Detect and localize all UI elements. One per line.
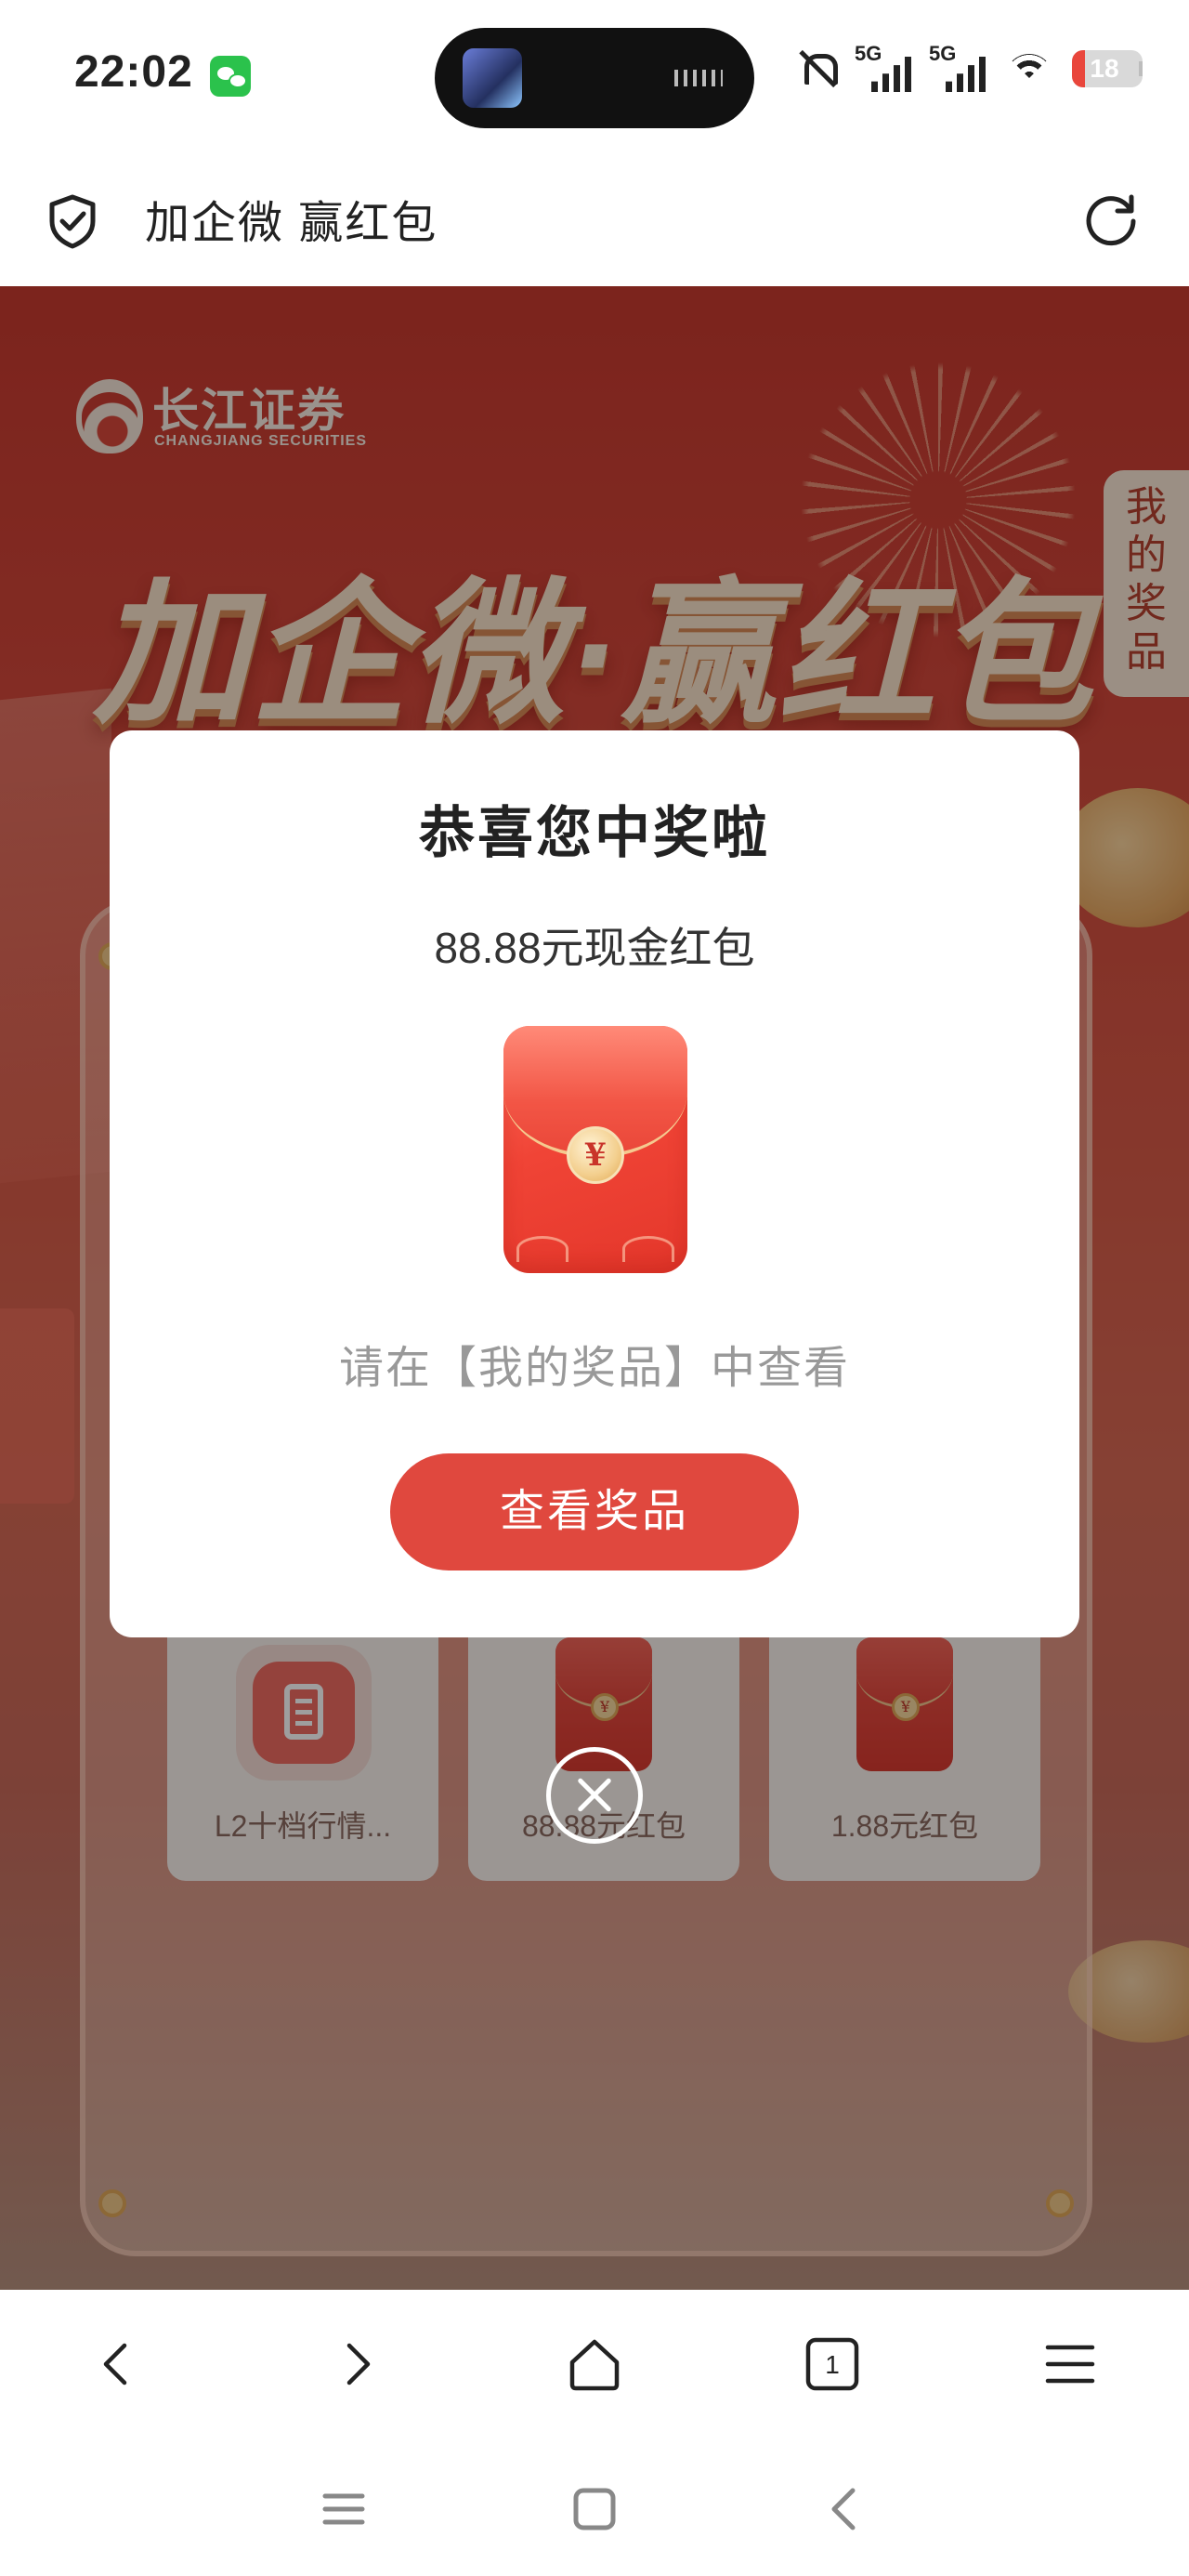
home-icon[interactable] — [548, 2318, 641, 2411]
status-time: 22:02 — [74, 47, 193, 97]
status-bar: 22:02 5G 5G 18 — [0, 0, 1189, 149]
page-title: 加企微 赢红包 — [145, 199, 438, 248]
battery-icon: 18 — [1072, 50, 1143, 87]
refresh-icon[interactable] — [1083, 190, 1141, 247]
system-back-icon[interactable] — [808, 2472, 882, 2546]
red-envelope-icon: ¥ — [503, 1026, 687, 1273]
menu-icon[interactable] — [1024, 2318, 1117, 2411]
media-thumbnail-icon — [463, 48, 522, 108]
browser-title-bar: 加企微 赢红包 — [0, 149, 1189, 286]
home-square-icon[interactable] — [557, 2472, 632, 2546]
status-indicators: 5G 5G 18 — [797, 41, 1143, 97]
view-prize-button[interactable]: 查看奖品 — [390, 1453, 799, 1571]
shield-check-icon[interactable] — [46, 193, 98, 249]
prize-modal: 恭喜您中奖啦 88.88元现金红包 ¥ 请在【我的奖品】中查看 查看奖品 — [110, 730, 1079, 1637]
tab-count: 1 — [825, 2350, 840, 2379]
recents-icon[interactable] — [307, 2472, 381, 2546]
network-type-1: 5G — [855, 42, 882, 65]
dynamic-island[interactable] — [435, 28, 754, 128]
prize-amount: 88.88元现金红包 — [434, 924, 755, 972]
tabs-icon[interactable]: 1 — [786, 2318, 879, 2411]
system-navigation-bar — [0, 2438, 1189, 2576]
audio-bars-icon — [674, 70, 723, 86]
wechat-icon — [210, 56, 251, 97]
back-icon[interactable] — [71, 2318, 163, 2411]
yuan-coin: ¥ — [567, 1126, 624, 1184]
signal-icon: 5G — [929, 42, 986, 92]
battery-level: 18 — [1090, 54, 1119, 83]
browser-toolbar: 1 — [0, 2290, 1189, 2438]
network-type-2: 5G — [929, 42, 957, 65]
close-circle-icon[interactable] — [546, 1747, 643, 1844]
bell-muted-icon — [797, 48, 838, 89]
signal-icon: 5G — [855, 42, 912, 92]
forward-icon[interactable] — [310, 2318, 403, 2411]
modal-hint: 请在【我的奖品】中查看 — [338, 1344, 850, 1393]
modal-title: 恭喜您中奖啦 — [419, 802, 770, 864]
wifi-icon — [1003, 48, 1055, 89]
